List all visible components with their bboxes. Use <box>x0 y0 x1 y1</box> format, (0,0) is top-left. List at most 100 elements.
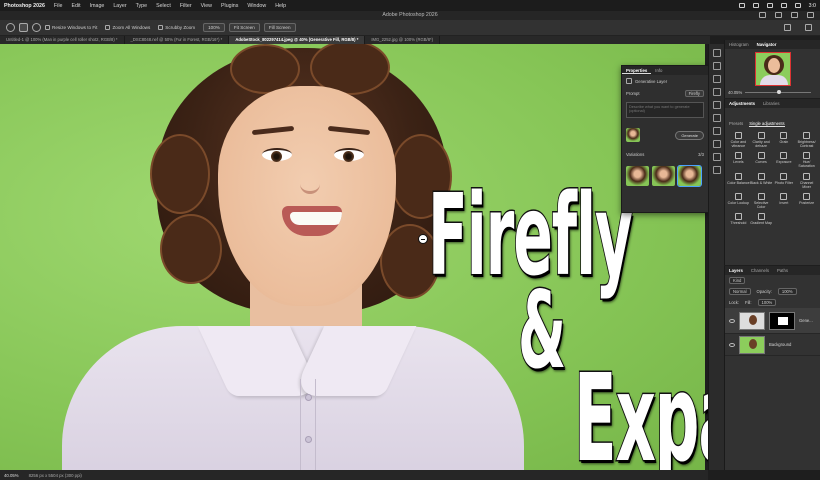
navigator-preview[interactable] <box>755 52 791 86</box>
visibility-eye-icon[interactable] <box>729 342 735 347</box>
adj-selective-color[interactable]: Selective Color <box>750 192 773 209</box>
fill-screen-button[interactable]: Fill Screen <box>263 23 296 32</box>
tab-dsc8048[interactable]: _DSC8048.nef @ 50% (Fur in Forest, RGB/1… <box>125 36 230 44</box>
home-icon[interactable] <box>759 12 766 18</box>
tab-untitled-1[interactable]: Untitled-1 @ 100% (Man in purple cell ro… <box>0 36 125 44</box>
menu-image[interactable]: Image <box>90 3 105 9</box>
search-panel-icon[interactable] <box>791 12 798 18</box>
menu-filter[interactable]: Filter <box>180 3 192 9</box>
screen-mode-icon[interactable] <box>805 24 812 31</box>
app-menu[interactable]: Photoshop 2026 <box>4 3 45 9</box>
zoom-100-button[interactable]: 100% <box>203 23 225 32</box>
menu-window[interactable]: Window <box>247 3 266 9</box>
tab-adjustments[interactable]: Adjustments <box>725 101 759 106</box>
gradients-icon[interactable] <box>712 127 721 135</box>
tab-layers[interactable]: Layers <box>725 268 747 273</box>
adj-curves[interactable]: Curves <box>750 152 773 168</box>
layer-kind-filter[interactable]: Kind <box>729 277 746 284</box>
tab-single-adjustments[interactable]: Single adjustments <box>749 121 785 127</box>
arrange-icon[interactable] <box>784 24 791 31</box>
history-icon[interactable] <box>712 49 721 57</box>
actions-icon[interactable] <box>712 166 721 174</box>
tab-properties[interactable]: Properties <box>622 68 652 74</box>
adj-threshold[interactable]: Threshold <box>727 213 750 225</box>
adj-clarity-dehaze[interactable]: Clarity and dehaze <box>750 132 773 148</box>
fill-input[interactable]: 100% <box>757 299 777 306</box>
layer-row-background[interactable]: Background <box>725 334 820 356</box>
menu-select[interactable]: Select <box>156 3 171 9</box>
adj-exposure[interactable]: Exposure <box>773 152 796 168</box>
tab-presets[interactable]: Presets <box>729 121 743 127</box>
adj-color-balance[interactable]: Color Balance <box>727 172 750 189</box>
share-icon[interactable] <box>775 12 782 18</box>
styles-icon[interactable] <box>712 153 721 161</box>
glyphs-icon[interactable] <box>712 101 721 109</box>
layer-name[interactable]: Background <box>769 342 791 347</box>
tab-navigator[interactable]: Navigator <box>753 42 781 47</box>
scrubby-zoom-option[interactable]: Scrubby Zoom <box>158 25 195 30</box>
menubar-clock[interactable]: 3:0 <box>809 3 816 9</box>
opacity-input[interactable]: 100% <box>777 288 797 295</box>
search-icon[interactable] <box>780 3 787 8</box>
menu-help[interactable]: Help <box>275 3 286 9</box>
navigator-zoom-slider[interactable] <box>745 90 811 94</box>
tab-histogram[interactable]: Histogram <box>725 42 753 47</box>
wifi-icon[interactable] <box>766 3 773 8</box>
adj-black-white[interactable]: Black & White <box>750 172 773 189</box>
control-center-icon[interactable] <box>794 3 801 8</box>
layer-row-generative[interactable]: Gene... <box>725 308 820 334</box>
adj-invert[interactable]: Invert <box>773 192 796 209</box>
reference-image-thumb[interactable] <box>626 128 640 142</box>
tab-info[interactable]: Info <box>651 68 666 73</box>
status-zoom[interactable]: 40.05% <box>4 473 19 478</box>
zoom-all-option[interactable]: Zoom All Windows <box>105 25 150 30</box>
visibility-eye-icon[interactable] <box>729 318 735 323</box>
character-icon[interactable] <box>712 75 721 83</box>
adj-color-lookup[interactable]: Color Lookup <box>727 192 750 209</box>
tab-img-2252[interactable]: IMG_2252.jpg @ 100% (RGB/8*) <box>365 36 441 44</box>
adj-grain[interactable]: Grain <box>773 132 796 148</box>
prompt-input[interactable]: Describe what you want to generate (opti… <box>626 102 704 118</box>
layer-thumbnail[interactable] <box>739 311 765 330</box>
menu-type[interactable]: Type <box>136 3 147 9</box>
menu-layer[interactable]: Layer <box>113 3 126 9</box>
adj-posterize[interactable]: Posterize <box>795 192 818 209</box>
zoom-all-checkbox[interactable] <box>105 25 111 30</box>
layer-name[interactable]: Gene... <box>799 318 813 323</box>
variation-thumb-1[interactable] <box>626 166 649 186</box>
adj-channel-mixer[interactable]: Channel Mixer <box>795 172 818 189</box>
variation-thumb-2[interactable] <box>652 166 675 186</box>
status-doc-info[interactable]: 8256 px x 5504 px (300 ppi) <box>29 473 82 478</box>
menu-file[interactable]: File <box>54 3 63 9</box>
adj-photo-filter[interactable]: Photo Filter <box>773 172 796 189</box>
adj-gradient-map[interactable]: Gradient Map <box>750 213 773 225</box>
brush-settings-icon[interactable] <box>712 62 721 70</box>
tab-channels[interactable]: Channels <box>747 268 773 273</box>
tab-adobestock[interactable]: AdobeStock_802297414.jpeg @ 40% (Generat… <box>229 36 366 44</box>
adj-color-vibrance[interactable]: Color and vibrance <box>727 132 750 148</box>
zoom-out-icon[interactable] <box>32 23 41 32</box>
swatches-icon[interactable] <box>712 114 721 122</box>
navigator-zoom-value[interactable]: 40.05% <box>728 90 742 95</box>
tab-libraries[interactable]: Libraries <box>759 101 783 106</box>
battery-icon[interactable] <box>752 3 759 8</box>
layer-thumbnail[interactable] <box>739 335 765 354</box>
zoom-tool-icon[interactable] <box>6 23 15 32</box>
generate-button[interactable]: Generate <box>675 130 704 140</box>
model-dropdown[interactable]: Firefly <box>684 89 704 97</box>
fit-screen-button[interactable]: Fit Screen <box>228 23 260 32</box>
blend-mode-select[interactable]: Normal <box>729 288 751 295</box>
creative-cloud-icon[interactable] <box>738 3 745 8</box>
scrubby-zoom-checkbox[interactable] <box>158 25 164 30</box>
adj-levels[interactable]: Levels <box>727 152 750 168</box>
patterns-icon[interactable] <box>712 140 721 148</box>
workspace-icon[interactable] <box>807 12 814 18</box>
menu-view[interactable]: View <box>201 3 212 9</box>
paragraph-icon[interactable] <box>712 88 721 96</box>
variation-thumb-3[interactable] <box>677 165 702 187</box>
layer-mask-thumbnail[interactable] <box>769 311 795 330</box>
resize-windows-option[interactable]: Resize Windows to Fit <box>45 25 97 30</box>
adj-brightness-contrast[interactable]: Brightness/ Contrast <box>795 132 818 148</box>
menu-plugins[interactable]: Plugins <box>221 3 238 9</box>
adj-hue-saturation[interactable]: Hue/ Saturation <box>795 152 818 168</box>
